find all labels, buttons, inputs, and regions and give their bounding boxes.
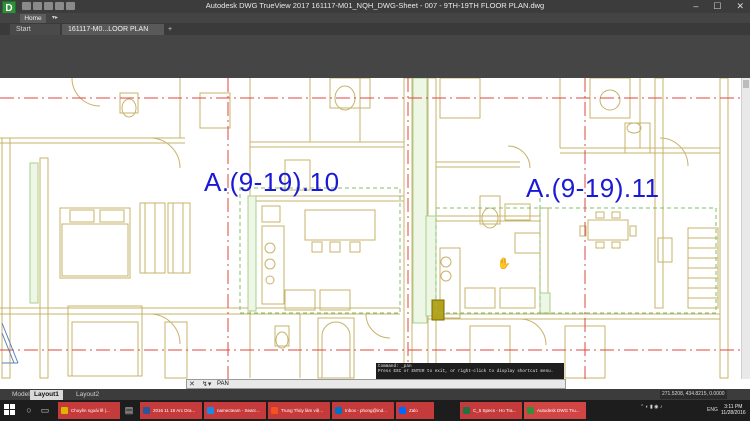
- tab-start[interactable]: Start: [10, 24, 60, 35]
- pan-hand-cursor-icon: ✋: [497, 258, 511, 270]
- vertical-scrollbar[interactable]: [741, 78, 750, 379]
- outlook-icon: [335, 407, 342, 414]
- taskbar-item[interactable]: 2016 11 18 Arc Dra...: [140, 402, 202, 419]
- coordinate-readout: 271.5208, 434.8215, 0.0000: [660, 390, 727, 399]
- window-title: Autodesk DWG TrueView 2017 161117-M01_NQ…: [205, 1, 545, 10]
- taskbar-item[interactable]: namecteam - Searc...: [204, 402, 266, 419]
- chrome-icon: [61, 407, 68, 414]
- clock-date: 11/28/2016: [721, 410, 746, 416]
- taskbar-item[interactable]: Chuyên ngoài lề |...: [58, 402, 120, 419]
- taskbar-item-label: 2016 11 18 Arc Dra...: [153, 408, 196, 413]
- minimize-button[interactable]: –: [693, 0, 698, 13]
- taskbar-item-label: Trung Thủy làm việ...: [281, 408, 324, 413]
- room-label-right: A.(9-19).11: [526, 173, 660, 203]
- ribbon-panel: [0, 35, 750, 78]
- ribbon-tab-bar: Home ▾▸: [0, 13, 750, 23]
- clock[interactable]: 3:11 PM 11/28/2016: [721, 404, 746, 416]
- system-tray-icons[interactable]: ⌃ ◐ ▮ ◉ ♪: [640, 404, 662, 410]
- language-indicator[interactable]: ENG: [707, 407, 718, 413]
- task-view-icon[interactable]: ▭: [40, 405, 50, 415]
- scroll-thumb[interactable]: [743, 80, 749, 88]
- close-command-line-icon[interactable]: ✕: [189, 380, 195, 389]
- new-tab-button[interactable]: +: [166, 24, 176, 35]
- dwg-trueview-window: D Autodesk DWG TrueView 2017 161117-M01_…: [0, 0, 750, 421]
- drawing-canvas[interactable]: A.(9-19).10 A.(9-19).11 ✋: [0, 78, 750, 379]
- windows-taskbar: ○ ▭ Chuyên ngoài lề |... ▤ 2016 11 18 Ar…: [0, 400, 750, 421]
- room-label-left: A.(9-19).10: [204, 167, 340, 197]
- command-input[interactable]: PAN: [217, 380, 229, 389]
- taskbar-item-label: Inbox - phong@ind...: [345, 408, 387, 413]
- file-tab-bar: Start 161117-M0...LOOR PLAN +: [0, 23, 750, 35]
- folder-icon[interactable]: ▤: [124, 405, 134, 415]
- taskbar-item-label: C_5 Specs - Ho Tra...: [473, 408, 517, 413]
- chrome-icon: [271, 407, 278, 414]
- ribbon-minimize-icon[interactable]: ▾▸: [52, 14, 58, 23]
- taskbar-item-label: Autodesk DWG Tru...: [537, 408, 580, 413]
- dwg-trueview-icon: [527, 407, 534, 414]
- floor-plan-drawing: [0, 78, 741, 379]
- command-line[interactable]: ✕ ↯▾ PAN: [186, 379, 566, 389]
- history-line: Press ESC or ENTER to exit, or right-cli…: [378, 369, 554, 374]
- window-controls: – ☐ ✕: [693, 0, 744, 13]
- maximize-button[interactable]: ☐: [713, 0, 721, 13]
- tab-drawing-file[interactable]: 161117-M0...LOOR PLAN: [62, 24, 164, 35]
- windows-start-icon[interactable]: [4, 404, 16, 416]
- taskbar-item-label: Zalo: [409, 408, 418, 413]
- taskbar-item-active[interactable]: Autodesk DWG Tru...: [524, 402, 586, 419]
- status-bar: Model Layout1 Layout2 271.5208, 434.8215…: [0, 389, 750, 400]
- browser-icon: [207, 407, 214, 414]
- tab-layout2[interactable]: Layout2: [72, 390, 103, 400]
- taskbar-item-label: Chuyên ngoài lề |...: [71, 408, 110, 413]
- tab-home[interactable]: Home: [20, 14, 46, 23]
- recent-commands-icon[interactable]: ↯▾: [202, 380, 211, 389]
- taskbar-item-label: namecteam - Searc...: [217, 408, 261, 413]
- taskbar-item[interactable]: Zalo: [396, 402, 434, 419]
- word-icon: [143, 407, 150, 414]
- taskbar-item[interactable]: C_5 Specs - Ho Tra...: [460, 402, 522, 419]
- taskbar-item[interactable]: Inbox - phong@ind...: [332, 402, 394, 419]
- close-button[interactable]: ✕: [736, 0, 744, 13]
- tab-layout1[interactable]: Layout1: [30, 390, 63, 400]
- search-icon[interactable]: ○: [24, 405, 34, 415]
- excel-icon: [463, 407, 470, 414]
- taskbar-item[interactable]: Trung Thủy làm việ...: [268, 402, 330, 419]
- zalo-icon: [399, 407, 406, 414]
- command-history: Command: _pan Press ESC or ENTER to exit…: [376, 363, 564, 379]
- title-bar: D Autodesk DWG TrueView 2017 161117-M01_…: [0, 0, 750, 15]
